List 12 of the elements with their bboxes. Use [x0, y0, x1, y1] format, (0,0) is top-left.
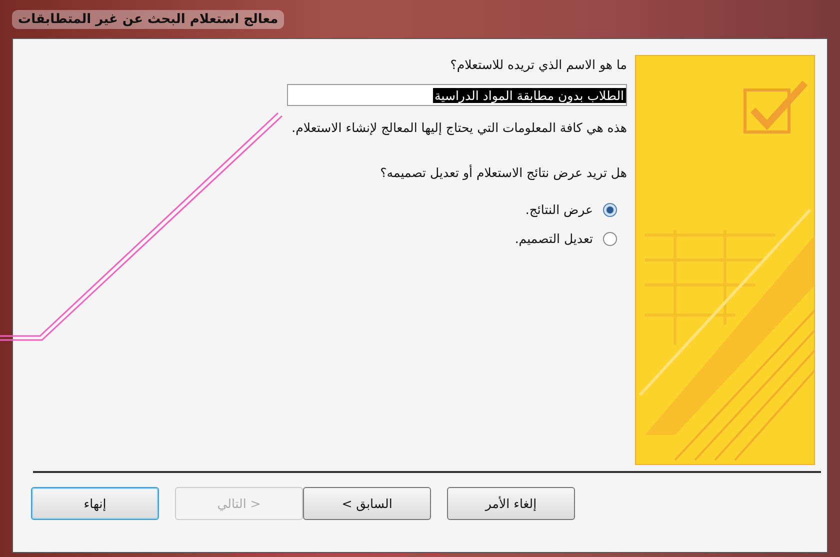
wizard-button[interactable]: < السابق	[303, 487, 431, 520]
radio-label[interactable]: تعديل التصميم.	[514, 231, 593, 246]
window-title: معالج استعلام البحث عن غير المتطابقات	[12, 10, 284, 28]
query-name-field[interactable]: الطلاب بدون مطابقة المواد الدراسية	[287, 84, 627, 106]
action-prompt: هل تريد عرض نتائج الاستعلام أو تعديل تصميمه؟	[379, 165, 627, 180]
info-text: هذه هي كافة المعلومات التي يحتاج إليها المعالج لإنشاء الاستعلام.	[290, 120, 627, 135]
wizard-button[interactable]: إلغاء الأمر	[447, 487, 575, 520]
radio-label[interactable]: عرض النتائج.	[525, 202, 593, 217]
radio-button[interactable]	[603, 232, 617, 246]
name-prompt: ما هو الاسم الذي تريده للاستعلام؟	[449, 57, 627, 72]
wizard-button[interactable]: إنهاء	[31, 487, 159, 520]
radio-button[interactable]	[603, 202, 617, 216]
